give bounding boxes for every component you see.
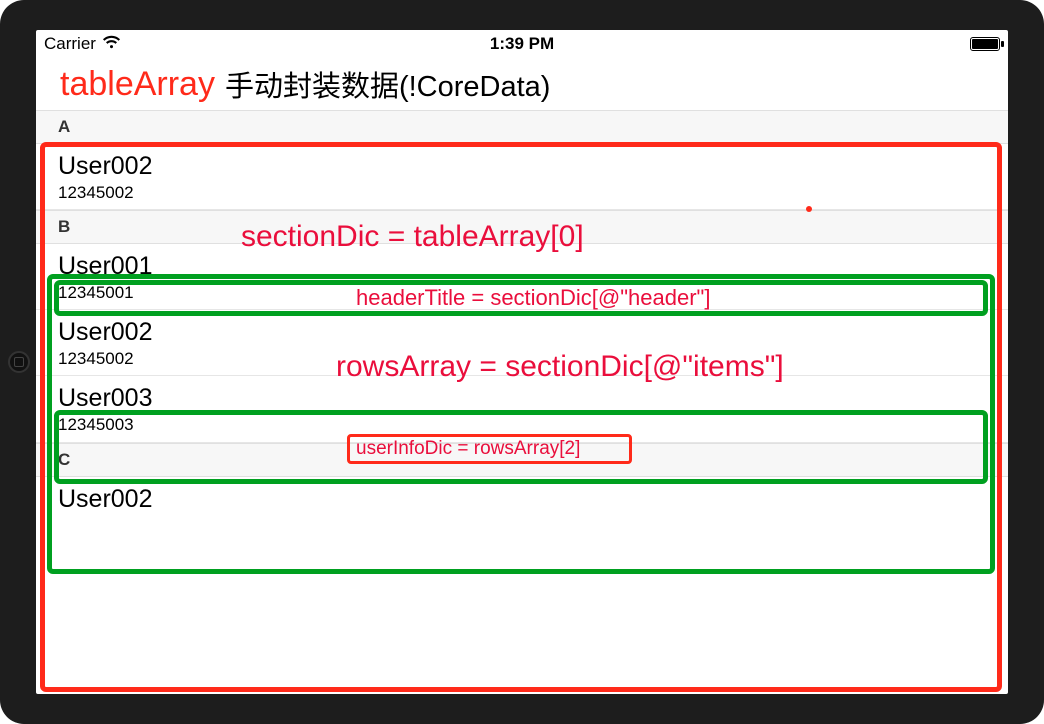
nav-bar: tableArray 手动封装数据(!CoreData): [36, 58, 1008, 110]
carrier-label: Carrier: [44, 34, 96, 54]
section-header: B: [36, 210, 1008, 244]
cell-subtitle: 12345002: [58, 183, 986, 203]
section-header: C: [36, 443, 1008, 477]
screen: Carrier 1:39 PM tableArray 手动封装数据(!CoreD…: [36, 30, 1008, 694]
cell-title: User001: [58, 252, 986, 281]
cell-title: User002: [58, 318, 986, 347]
cell-title: User002: [58, 485, 986, 514]
home-button[interactable]: [8, 351, 30, 373]
cell-subtitle: 12345001: [58, 283, 986, 303]
table-row[interactable]: User003 12345003: [36, 376, 1008, 442]
table-row[interactable]: User002 12345002: [36, 310, 1008, 376]
page-title: 手动封装数据(!CoreData): [225, 63, 551, 105]
table-row[interactable]: User002: [36, 477, 1008, 520]
cell-title: User003: [58, 384, 986, 413]
annotation-tablearray-label: tableArray: [60, 65, 215, 104]
clock: 1:39 PM: [490, 34, 554, 54]
table-row[interactable]: User001 12345001: [36, 244, 1008, 310]
table-view[interactable]: A User002 12345002 B User001 12345001 Us…: [36, 110, 1008, 519]
cell-title: User002: [58, 152, 986, 181]
cell-subtitle: 12345003: [58, 415, 986, 435]
table-row[interactable]: User002 12345002: [36, 144, 1008, 210]
ipad-frame: Carrier 1:39 PM tableArray 手动封装数据(!CoreD…: [0, 0, 1044, 724]
wifi-icon: [102, 35, 121, 54]
status-bar: Carrier 1:39 PM: [36, 30, 1008, 58]
battery-icon: [970, 37, 1000, 51]
section-header: A: [36, 110, 1008, 144]
cell-subtitle: 12345002: [58, 349, 986, 369]
